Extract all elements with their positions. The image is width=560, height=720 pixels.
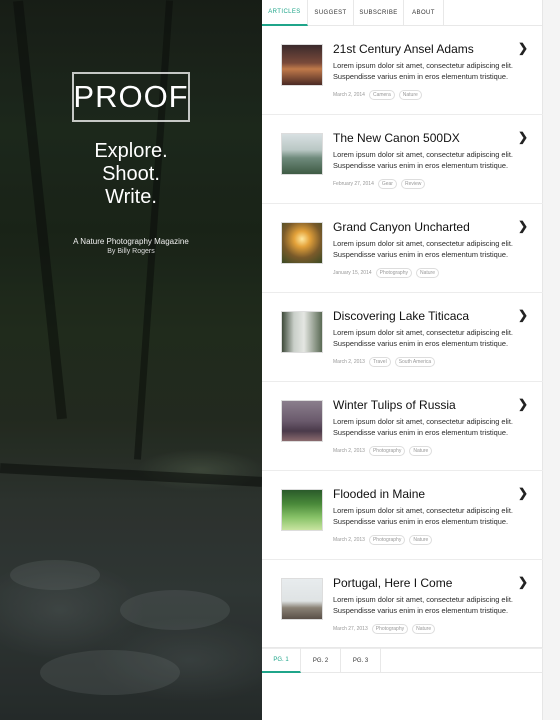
article-date: March 2, 2013 bbox=[333, 448, 365, 454]
tag-chip[interactable]: Travel bbox=[368, 357, 391, 367]
tab-articles[interactable]: ARTICLES bbox=[262, 0, 308, 26]
article-excerpt: Lorem ipsum dolor sit amet, consectetur … bbox=[333, 328, 513, 348]
article-meta: March 2, 2014 Camera Nature bbox=[333, 90, 422, 100]
article-thumbnail bbox=[281, 133, 323, 175]
article-date: March 2, 2013 bbox=[333, 359, 365, 365]
page-1-button[interactable]: PG. 1 bbox=[262, 648, 301, 673]
article-item[interactable]: Winter Tulips of Russia ❯ Lorem ipsum do… bbox=[262, 382, 543, 471]
article-thumbnail bbox=[281, 578, 323, 620]
article-thumbnail bbox=[281, 222, 323, 264]
articles-panel: ARTICLES SUGGEST SUBSCRIBE ABOUT 21st Ce… bbox=[262, 0, 543, 720]
tag-chip[interactable]: Review bbox=[400, 179, 426, 189]
article-excerpt: Lorem ipsum dolor sit amet, consectetur … bbox=[333, 61, 513, 81]
chevron-right-icon[interactable]: ❯ bbox=[518, 219, 528, 233]
tagline-line-1: Explore. bbox=[94, 140, 168, 162]
article-excerpt: Lorem ipsum dolor sit amet, consectetur … bbox=[333, 417, 513, 437]
tab-subscribe[interactable]: SUBSCRIBE bbox=[354, 0, 404, 26]
article-title[interactable]: Discovering Lake Titicaca bbox=[333, 309, 469, 323]
article-meta: March 2, 2013 Travel South America bbox=[333, 357, 436, 367]
page-2-button[interactable]: PG. 2 bbox=[301, 648, 341, 673]
tag-chip[interactable]: Photography bbox=[371, 624, 409, 634]
article-item[interactable]: Grand Canyon Uncharted ❯ Lorem ipsum dol… bbox=[262, 204, 543, 293]
tag-chip[interactable]: Gear bbox=[377, 179, 397, 189]
tag-chip[interactable]: Nature bbox=[416, 268, 440, 278]
chevron-right-icon[interactable]: ❯ bbox=[518, 575, 528, 589]
article-title[interactable]: Portugal, Here I Come bbox=[333, 576, 452, 590]
article-item[interactable]: Discovering Lake Titicaca ❯ Lorem ipsum … bbox=[262, 293, 543, 382]
magazine-author: By Billy Rogers bbox=[107, 248, 155, 255]
page-3-button[interactable]: PG. 3 bbox=[341, 648, 381, 673]
tag-chip[interactable]: South America bbox=[394, 357, 436, 367]
article-excerpt: Lorem ipsum dolor sit amet, consectetur … bbox=[333, 506, 513, 526]
article-item[interactable]: The New Canon 500DX ❯ Lorem ipsum dolor … bbox=[262, 115, 543, 204]
article-excerpt: Lorem ipsum dolor sit amet, consectetur … bbox=[333, 150, 513, 170]
article-date: March 2, 2014 bbox=[333, 92, 365, 98]
tag-chip[interactable]: Photography bbox=[368, 535, 406, 545]
chevron-right-icon[interactable]: ❯ bbox=[518, 397, 528, 411]
tag-chip[interactable]: Nature bbox=[409, 446, 433, 456]
tag-chip[interactable]: Photography bbox=[375, 268, 412, 278]
pagination: PG. 1 PG. 2 PG. 3 bbox=[262, 647, 543, 673]
tab-about[interactable]: ABOUT bbox=[404, 0, 444, 26]
tag-chip[interactable]: Nature bbox=[409, 535, 433, 545]
article-item[interactable]: Flooded in Maine ❯ Lorem ipsum dolor sit… bbox=[262, 471, 543, 560]
magazine-subtitle: A Nature Photography Magazine bbox=[73, 237, 189, 246]
hero-panel: PROOF Explore. Shoot. Write. A Nature Ph… bbox=[0, 0, 262, 720]
tag-chip[interactable]: Camera bbox=[368, 90, 395, 100]
tag-chip[interactable]: Nature bbox=[412, 624, 436, 634]
logo-text: PROOF bbox=[73, 79, 189, 114]
article-title[interactable]: 21st Century Ansel Adams bbox=[333, 42, 474, 56]
article-date: March 2, 2013 bbox=[333, 537, 365, 543]
chevron-right-icon[interactable]: ❯ bbox=[518, 308, 528, 322]
article-item[interactable]: 21st Century Ansel Adams ❯ Lorem ipsum d… bbox=[262, 26, 543, 115]
chevron-right-icon[interactable]: ❯ bbox=[518, 486, 528, 500]
tag-chip[interactable]: Photography bbox=[368, 446, 406, 456]
article-date: March 27, 2013 bbox=[333, 626, 368, 632]
article-meta: March 2, 2013 Photography Nature bbox=[333, 446, 433, 456]
tab-suggest[interactable]: SUGGEST bbox=[308, 0, 354, 26]
article-date: January 15, 2014 bbox=[333, 270, 372, 276]
article-thumbnail bbox=[281, 44, 323, 86]
article-excerpt: Lorem ipsum dolor sit amet, consectetur … bbox=[333, 595, 513, 615]
article-title[interactable]: Flooded in Maine bbox=[333, 487, 425, 501]
tagline-line-3: Write. bbox=[105, 186, 157, 208]
article-meta: March 27, 2013 Photography Nature bbox=[333, 624, 436, 634]
article-thumbnail bbox=[281, 400, 323, 442]
article-meta: January 15, 2014 Photography Nature bbox=[333, 268, 440, 278]
article-thumbnail bbox=[281, 311, 323, 353]
site-logo[interactable]: PROOF bbox=[72, 72, 190, 122]
article-title[interactable]: The New Canon 500DX bbox=[333, 131, 460, 145]
tagline-line-2: Shoot. bbox=[102, 163, 160, 185]
article-meta: March 2, 2013 Photography Nature bbox=[333, 535, 433, 545]
tag-chip[interactable]: Nature bbox=[398, 90, 422, 100]
chevron-right-icon[interactable]: ❯ bbox=[518, 41, 528, 55]
chevron-right-icon[interactable]: ❯ bbox=[518, 130, 528, 144]
nav-tabs: ARTICLES SUGGEST SUBSCRIBE ABOUT bbox=[262, 0, 542, 26]
article-title[interactable]: Grand Canyon Uncharted bbox=[333, 220, 470, 234]
article-meta: February 27, 2014 Gear Review bbox=[333, 179, 426, 189]
article-item[interactable]: Portugal, Here I Come ❯ Lorem ipsum dolo… bbox=[262, 560, 543, 649]
article-thumbnail bbox=[281, 489, 323, 531]
article-title[interactable]: Winter Tulips of Russia bbox=[333, 398, 456, 412]
article-date: February 27, 2014 bbox=[333, 181, 374, 187]
article-excerpt: Lorem ipsum dolor sit amet, consectetur … bbox=[333, 239, 513, 259]
